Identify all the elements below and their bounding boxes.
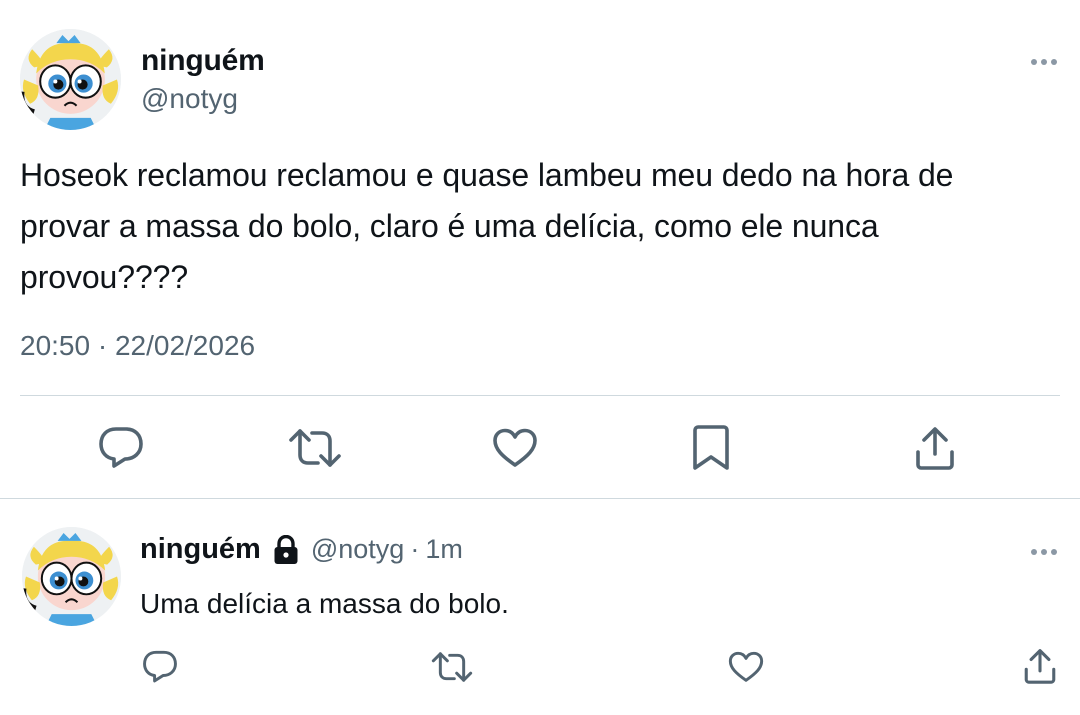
bookmark-icon	[693, 425, 729, 470]
separator-dot: ·	[410, 534, 420, 564]
bubbles-avatar-icon	[22, 527, 121, 626]
share-icon	[916, 427, 954, 470]
author-handle[interactable]: @notyg	[311, 534, 404, 565]
share-button[interactable]	[1018, 643, 1062, 689]
divider	[20, 395, 1060, 396]
share-icon	[1024, 649, 1056, 684]
avatar[interactable]	[20, 29, 121, 130]
like-button[interactable]	[723, 645, 769, 689]
retweet-icon	[431, 652, 473, 682]
tweet-text: Hoseok reclamou reclamou e quase lambeu …	[20, 157, 954, 295]
divider	[0, 498, 1080, 499]
like-icon	[493, 428, 537, 467]
author-name[interactable]: ninguém	[141, 44, 265, 78]
reply-button[interactable]	[138, 645, 182, 689]
author-name[interactable]: ninguém	[140, 533, 261, 566]
tweet-timestamp[interactable]: 20:50 · 22/02/2026	[20, 330, 255, 362]
reply-icon	[143, 650, 177, 683]
tweet-time[interactable]: 1m	[425, 534, 463, 565]
lock-icon	[273, 534, 299, 565]
bookmark-button[interactable]	[683, 423, 739, 473]
like-button[interactable]	[487, 423, 543, 473]
retweet-icon	[289, 429, 341, 467]
bubbles-avatar-icon	[20, 29, 121, 130]
reply-icon	[99, 427, 143, 468]
avatar[interactable]	[22, 527, 121, 626]
reply-header: ninguém @notyg · 1m	[140, 533, 463, 566]
tweet-text: Uma delícia a massa do bolo.	[140, 588, 509, 619]
retweet-button[interactable]	[429, 645, 475, 689]
share-button[interactable]	[907, 423, 963, 473]
more-options-icon[interactable]	[1030, 545, 1058, 559]
reply-button[interactable]	[93, 423, 149, 473]
like-icon	[728, 651, 764, 682]
retweet-button[interactable]	[287, 423, 343, 473]
author-handle[interactable]: @notyg	[141, 83, 238, 115]
more-options-icon[interactable]	[1030, 55, 1058, 69]
